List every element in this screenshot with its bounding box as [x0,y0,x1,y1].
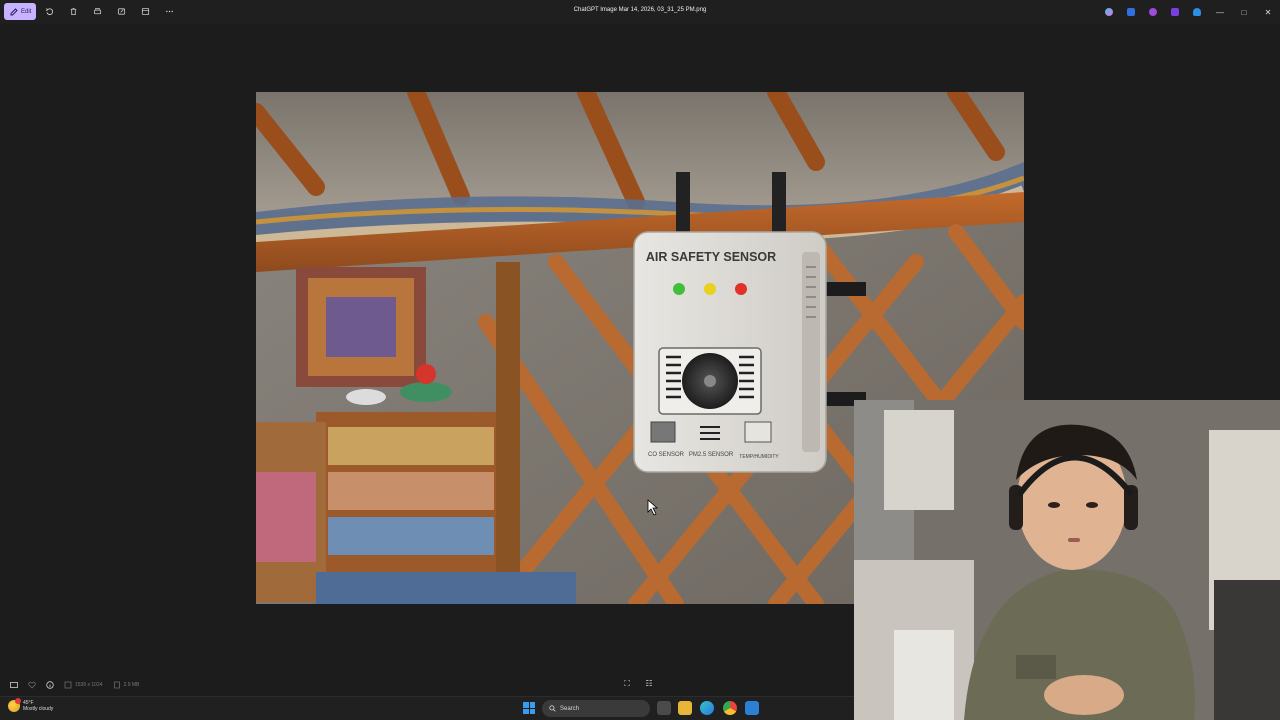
status-bar: 1536 x 1024 2.9 MB ⛶ ☷ [0,674,854,696]
filmstrip-icon [10,682,18,688]
weather-widget[interactable]: 45°F Mostly cloudy [8,698,54,712]
dimensions-icon [64,681,72,689]
file-explorer-icon[interactable] [678,701,692,715]
webcam-feed [854,400,1280,720]
close-button[interactable]: ✕ [1256,0,1280,24]
sensor-label-pm25: PM2.5 SENSOR [689,452,734,458]
title-bar-right: — □ ✕ [1098,0,1280,24]
led-yellow [704,283,716,295]
image-dimensions: 1536 x 1024 [64,681,103,689]
designer-icon[interactable] [1120,0,1142,24]
photos-app-icon[interactable] [745,701,759,715]
search-icon [549,705,556,712]
heart-icon [28,681,36,689]
clipchamp-icon[interactable] [1142,0,1164,24]
minimize-button[interactable]: — [1208,0,1232,24]
led-green [673,283,685,295]
chrome-icon[interactable] [723,701,737,715]
fit-to-window-icon[interactable]: ⛶ [622,679,632,689]
title-bar: Edit ChatGPT Image Mar 14, 2026, 03_31_2… [0,0,1280,24]
dimensions-text: 1536 x 1024 [75,682,103,688]
file-size: 2.9 MB [113,681,140,689]
filmstrip-toggle[interactable] [10,681,18,689]
weather-condition: Mostly cloudy [23,706,54,712]
webcam-overlay [854,400,1280,720]
led-red [735,283,747,295]
maximize-button[interactable]: □ [1232,0,1256,24]
taskbar: 45°F Mostly cloudy Search [0,696,854,720]
window-title: ChatGPT Image Mar 14, 2026, 03_31_25 PM.… [573,7,707,13]
paint-icon[interactable] [1164,0,1186,24]
copilot-icon[interactable] [1098,0,1120,24]
info-circle-icon [46,681,54,689]
search-placeholder: Search [560,705,580,712]
weather-icon [8,698,21,712]
sensor-label-co: CO SENSOR [648,452,685,458]
file-size-text: 2.9 MB [123,682,140,688]
favorite-button[interactable] [28,681,36,689]
file-info-button[interactable] [46,681,54,689]
sensor-label-temp: TEMP/HUMIDITY [739,454,779,460]
actual-size-icon[interactable]: ☷ [644,679,654,689]
edge-icon[interactable] [700,701,714,715]
notification-badge [15,698,21,704]
taskbar-search[interactable]: Search [542,700,650,717]
sensor-title: AIR SAFETY SENSOR [646,250,776,264]
view-controls: ⛶ ☷ [622,679,654,689]
storage-icon [113,681,120,689]
task-view-icon[interactable] [657,701,671,715]
start-button[interactable] [523,702,535,714]
onedrive-icon[interactable] [1186,0,1208,24]
